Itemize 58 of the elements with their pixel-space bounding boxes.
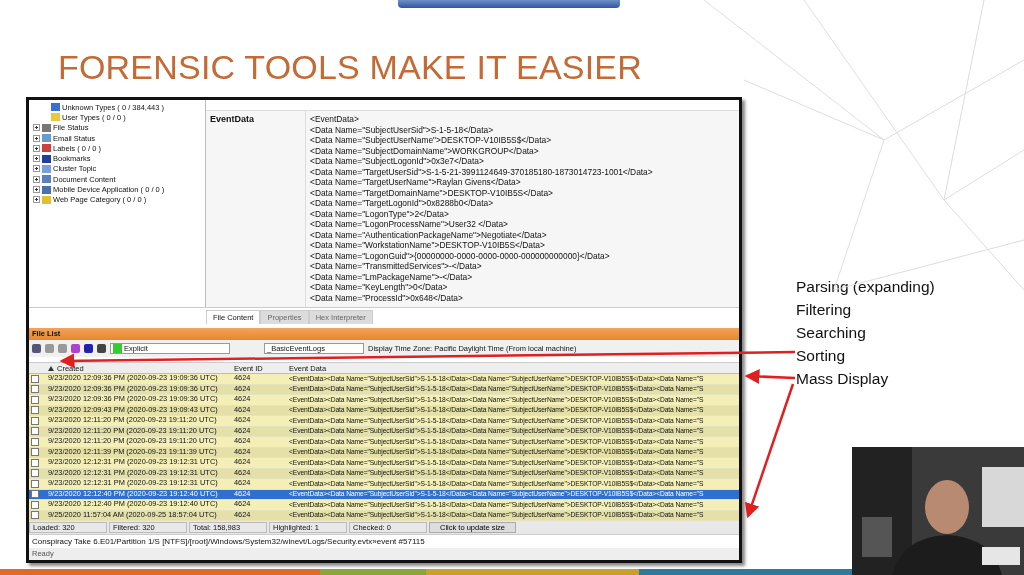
code-line: <Data Name="ProcessId">0x648</Data> <box>310 292 464 303</box>
bullet-text: Filtering <box>796 300 853 320</box>
code-line: <Data Name="LogonProcessName">User32 </Data> <box>310 219 509 230</box>
row-checkbox[interactable] <box>31 458 39 467</box>
expand-icon[interactable] <box>33 196 40 204</box>
tree-node-icon <box>42 164 51 173</box>
code-line: <Data Name="AuthenticationPackageName">Negotiate</Data> <box>310 229 548 240</box>
code-line: <Data Name="SubjectLogonId">0x3e7</Data> <box>310 156 485 167</box>
tree-node-icon <box>42 144 51 153</box>
row-checkbox[interactable] <box>31 437 39 446</box>
expand-icon[interactable] <box>33 124 40 132</box>
code-line: <Data Name="SubjectUserSid">S-1-5-18</Data> <box>310 124 495 135</box>
tree-node-icon <box>42 154 51 163</box>
row-checkbox[interactable] <box>31 427 39 436</box>
expand-icon[interactable] <box>33 175 40 183</box>
tree-node-icon <box>51 103 60 112</box>
expand-icon[interactable] <box>33 144 40 152</box>
code-line: <Data Name="TargetLogonId">0x8288b0</Data> <box>310 198 495 209</box>
tree-node-icon <box>42 175 51 184</box>
expand-icon[interactable] <box>33 165 40 173</box>
bullet-text: Parsing (expanding) <box>796 277 935 297</box>
row-checkbox[interactable] <box>31 500 39 509</box>
code-line: <Data Name="TargetUserName">Raylan Givens</Data> <box>310 177 522 188</box>
tree-node-icon <box>42 123 51 132</box>
bullet-text: Searching <box>796 323 867 343</box>
code-line: <Data Name="LmPackageName">-</Data> <box>310 271 474 282</box>
row-checkbox[interactable] <box>31 406 39 415</box>
bullet-text: Sorting <box>796 346 847 366</box>
slide-title: FORENSIC TOOLS MAKE IT EASIER <box>58 50 642 84</box>
tree-node-icon <box>42 195 51 204</box>
code-line: <Data Name="SubjectDomainName">WORKGROUP</Data> <box>310 145 540 156</box>
row-checkbox[interactable] <box>31 479 39 488</box>
code-line: <Data Name="TransmittedServices">-</Data> <box>310 261 483 272</box>
row-checkbox[interactable] <box>31 511 39 520</box>
row-checkbox[interactable] <box>31 395 39 404</box>
code-line: <Data Name="WorkstationName">DESKTOP-V10IB5S</Data> <box>310 240 546 251</box>
code-line: <EventData> <box>310 114 360 125</box>
code-line: <Data Name="LogonGuid">{00000000-0000-0000-0000-000000000000}</Data> <box>310 250 611 261</box>
row-checkbox[interactable] <box>31 416 39 425</box>
field-label: EventData <box>206 111 306 307</box>
tree-node-icon <box>42 134 51 143</box>
row-checkbox[interactable] <box>31 469 39 478</box>
code-line: <Data Name="TargetDomainName">DESKTOP-V10IB5S</Data> <box>310 187 554 198</box>
code-line: <Data Name="KeyLength">0</Data> <box>310 282 449 293</box>
code-line: <Data Name="SubjectUserName">DESKTOP-V10IB5S$</Data> <box>310 135 553 146</box>
row-checkbox[interactable] <box>31 385 39 394</box>
expand-icon[interactable] <box>33 186 40 193</box>
row-checkbox[interactable] <box>31 448 39 457</box>
bullet-text: Mass Display <box>796 369 890 389</box>
row-checkbox[interactable] <box>31 490 39 499</box>
tree-node-icon <box>42 185 51 194</box>
row-checkbox[interactable] <box>31 374 39 383</box>
code-line: <Data Name="TargetUserSid">S-1-5-21-3991124649-370185180-1873014723-1001</Data> <box>310 166 653 177</box>
tree-node-icon <box>51 113 60 122</box>
expand-icon[interactable] <box>33 134 40 142</box>
expand-icon[interactable] <box>33 155 40 163</box>
code-line: <Data Name="LogonType">2</Data> <box>310 208 450 219</box>
sort-icon[interactable] <box>48 365 54 371</box>
